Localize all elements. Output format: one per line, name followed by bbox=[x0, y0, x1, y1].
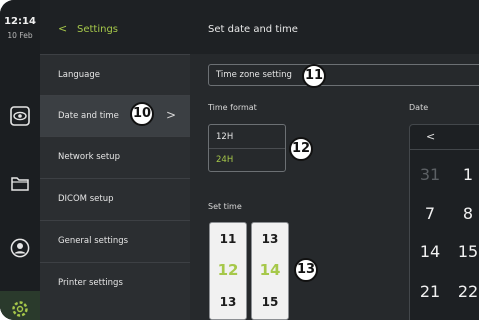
status-rail: 12:14 10 Feb bbox=[0, 0, 40, 320]
menu-item-printer-settings[interactable]: Printer settings bbox=[40, 262, 190, 303]
hour-wheel[interactable]: 11 12 13 bbox=[209, 222, 247, 320]
device-screen: 12:14 10 Feb < Settings Language Date an… bbox=[0, 0, 479, 320]
date-label: Date bbox=[409, 103, 429, 112]
divider bbox=[209, 148, 285, 149]
hour-option[interactable]: 13 bbox=[210, 295, 246, 309]
timezone-select[interactable]: Time zone setting bbox=[208, 64, 479, 86]
clock-date: 10 Feb bbox=[7, 31, 33, 40]
minute-option[interactable]: 15 bbox=[252, 295, 288, 309]
minute-option[interactable]: 13 bbox=[252, 232, 288, 246]
hour-option[interactable]: 11 bbox=[210, 232, 246, 246]
time-format-selector: 12H 24H bbox=[208, 124, 286, 172]
calendar-day[interactable]: 22 bbox=[449, 282, 479, 301]
time-format-12h[interactable]: 12H bbox=[216, 132, 233, 142]
back-button[interactable]: < bbox=[58, 22, 67, 35]
calendar-day[interactable]: 21 bbox=[411, 282, 449, 301]
gear-icon bbox=[12, 301, 28, 317]
panel-header: Set date and time bbox=[190, 0, 479, 54]
calendar-header: < bbox=[410, 125, 479, 150]
time-format-label: Time format bbox=[208, 103, 257, 112]
menu-item-date-and-time[interactable]: Date and time > bbox=[40, 95, 190, 136]
callout-marker: 10 bbox=[130, 102, 154, 126]
callout-marker: 11 bbox=[302, 64, 326, 88]
chevron-right-icon: > bbox=[165, 108, 176, 122]
menu-item-label: General settings bbox=[58, 236, 129, 246]
menu-item-label: DICOM setup bbox=[58, 194, 114, 204]
menu-item-language[interactable]: Language bbox=[40, 54, 190, 95]
calendar-day[interactable]: 14 bbox=[411, 242, 449, 261]
calendar-day[interactable]: 7 bbox=[411, 204, 449, 223]
settings-rail-active[interactable] bbox=[0, 291, 40, 320]
time-format-24h[interactable]: 24H bbox=[216, 155, 233, 165]
settings-menu: < Settings Language Date and time > Netw… bbox=[40, 0, 190, 320]
hour-selected[interactable]: 12 bbox=[210, 261, 246, 279]
menu-item-label: Printer settings bbox=[58, 278, 123, 288]
menu-title: Settings bbox=[77, 24, 119, 35]
set-time-label: Set time bbox=[208, 202, 242, 211]
menu-item-dicom-setup[interactable]: DICOM setup bbox=[40, 178, 190, 219]
menu-item-general-settings[interactable]: General settings bbox=[40, 220, 190, 261]
eye-icon[interactable] bbox=[10, 106, 30, 126]
calendar-prev-button[interactable]: < bbox=[426, 130, 435, 143]
menu-item-label: Language bbox=[58, 70, 100, 80]
callout-marker: 13 bbox=[294, 258, 318, 282]
calendar-day[interactable]: 31 bbox=[411, 165, 449, 184]
folder-icon[interactable] bbox=[10, 173, 30, 193]
calendar: < 31 1 7 8 14 15 21 22 bbox=[409, 124, 479, 320]
menu-item-network-setup[interactable]: Network setup bbox=[40, 136, 190, 177]
user-icon[interactable] bbox=[10, 238, 30, 258]
calendar-day[interactable]: 8 bbox=[449, 204, 479, 223]
minute-wheel[interactable]: 13 14 15 bbox=[251, 222, 289, 320]
minute-selected[interactable]: 14 bbox=[252, 261, 288, 279]
calendar-day[interactable]: 1 bbox=[449, 165, 479, 184]
menu-item-label: Date and time bbox=[58, 111, 119, 121]
date-time-panel: Set date and time Time zone setting Time… bbox=[190, 0, 479, 320]
page-title: Set date and time bbox=[208, 24, 298, 35]
timezone-label: Time zone setting bbox=[216, 70, 292, 80]
callout-marker: 12 bbox=[289, 137, 313, 161]
menu-header: < Settings bbox=[40, 0, 190, 54]
clock-time: 12:14 bbox=[4, 16, 36, 27]
calendar-day[interactable]: 15 bbox=[449, 242, 479, 261]
menu-item-label: Network setup bbox=[58, 152, 120, 162]
